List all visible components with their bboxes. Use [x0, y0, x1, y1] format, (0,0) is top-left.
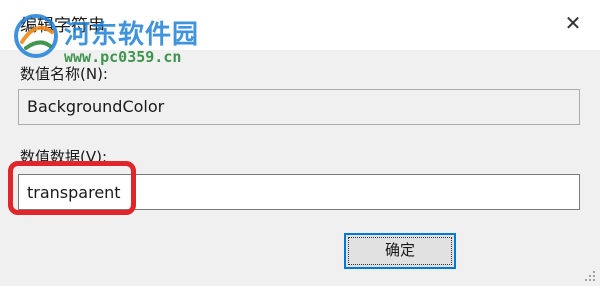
title-bar[interactable]: 编辑字符串 ✕ — [0, 0, 600, 50]
value-name-field: BackgroundColor — [18, 89, 580, 125]
ok-button[interactable]: 确定 — [344, 233, 456, 269]
resize-grip-icon[interactable] — [584, 270, 596, 282]
close-button[interactable]: ✕ — [558, 9, 588, 37]
value-name-label: 数值名称(N): — [20, 65, 108, 83]
window-title: 编辑字符串 — [20, 16, 105, 36]
edit-string-dialog: 编辑字符串 ✕ 河东软件园 www.pc0359.cn 数值名称(N): Bac… — [0, 0, 600, 286]
focus-rect — [348, 237, 452, 265]
close-icon: ✕ — [564, 11, 582, 35]
value-data-input[interactable] — [18, 174, 580, 210]
value-data-label: 数值数据(V): — [20, 148, 108, 166]
